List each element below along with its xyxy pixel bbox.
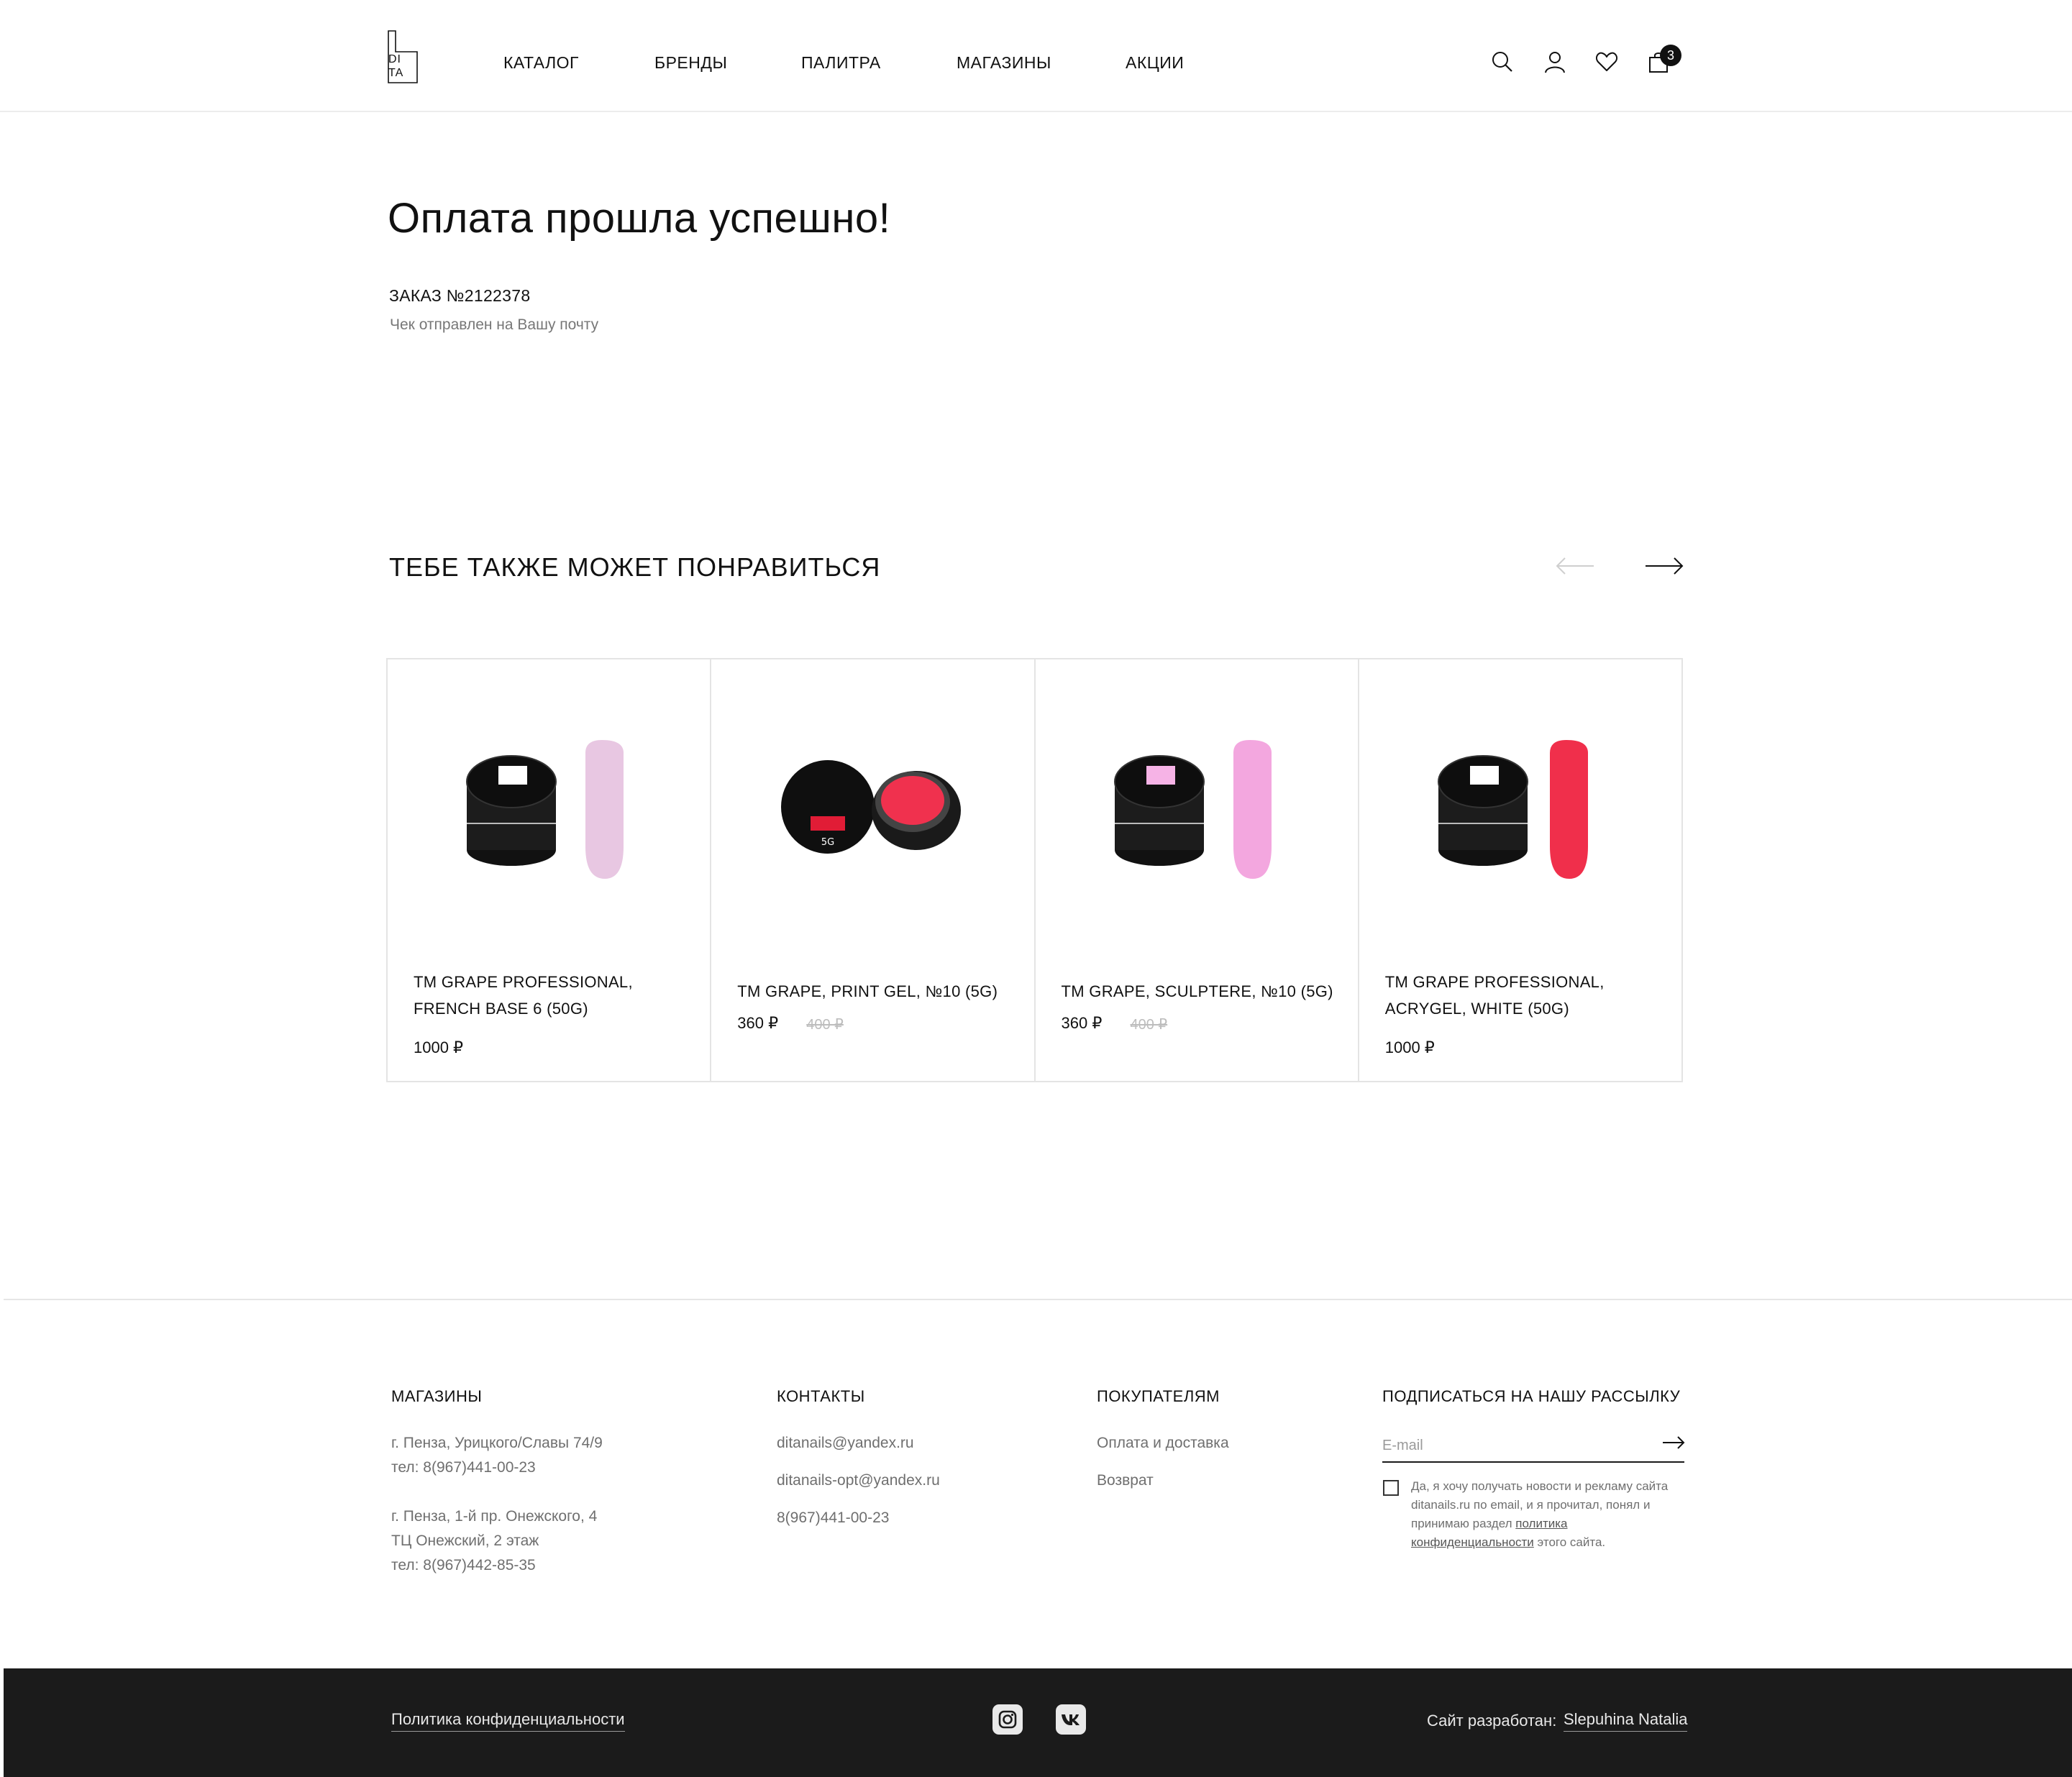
store-1-phone: тел: 8(967)441-00-23	[391, 1459, 536, 1476]
nav-palette[interactable]: ПАЛИТРА	[801, 53, 881, 73]
store-2-mall: ТЦ Онежский, 2 этаж	[391, 1532, 539, 1549]
logo-text-bottom: TA	[388, 67, 404, 79]
privacy-policy-link[interactable]: Политика конфиденциальности	[391, 1710, 625, 1732]
heart-icon[interactable]	[1595, 50, 1618, 73]
order-note: Чек отправлен на Вашу почту	[390, 316, 599, 333]
product-image	[1093, 731, 1302, 882]
product-price: 360 ₽	[1061, 1014, 1103, 1032]
footer-divider	[4, 1299, 2072, 1300]
store-1-address: г. Пенза, Урицкого/Славы 74/9	[391, 1435, 603, 1451]
product-image: 5G	[769, 731, 977, 882]
contact-email-1[interactable]: ditanails@yandex.ru	[777, 1431, 914, 1456]
user-icon[interactable]	[1543, 50, 1566, 73]
product-card[interactable]: TM GRAPE PROFESSIONAL, ACRYGEL, WHITE (5…	[1359, 659, 1681, 1081]
footer-contacts-title: КОНТАКТЫ	[777, 1387, 865, 1405]
product-price: 360 ₽	[737, 1014, 779, 1032]
nav-brands[interactable]: БРЕНДЫ	[654, 53, 727, 73]
developed-by-label: Сайт разработан:	[1427, 1712, 1557, 1730]
product-image	[1417, 731, 1625, 882]
submit-arrow-icon[interactable]	[1661, 1433, 1686, 1453]
product-name: TM GRAPE PROFESSIONAL, FRENCH BASE 6 (50…	[414, 973, 633, 1018]
product-old-price: 400 ₽	[806, 1017, 844, 1033]
product-image	[445, 731, 654, 882]
cart-count-badge: 3	[1660, 45, 1681, 66]
product-card[interactable]: TM GRAPE, SCULPTERE, №10 (5G) 360 ₽ 400 …	[1036, 659, 1359, 1081]
search-icon[interactable]	[1491, 50, 1514, 73]
newsletter-email-input[interactable]	[1382, 1430, 1684, 1463]
order-number: ЗАКАЗ №2122378	[389, 286, 531, 305]
link-returns[interactable]: Возврат	[1097, 1468, 1154, 1493]
contact-email-2[interactable]: ditanails-opt@yandex.ru	[777, 1468, 940, 1493]
nav-stores[interactable]: МАГАЗИНЫ	[957, 53, 1051, 73]
store-2-address: г. Пенза, 1-й пр. Онежского, 4	[391, 1508, 598, 1525]
arrow-left-icon[interactable]	[1555, 554, 1595, 578]
product-carousel: TM GRAPE PROFESSIONAL, FRENCH BASE 6 (50…	[386, 658, 1683, 1082]
instagram-icon[interactable]	[992, 1704, 1023, 1735]
page-title: Оплата прошла успешно!	[388, 195, 891, 242]
logo[interactable]: DI TA	[388, 30, 418, 83]
product-name: TM GRAPE PROFESSIONAL, ACRYGEL, WHITE (5…	[1384, 973, 1605, 1018]
recommendations-title: ТЕБЕ ТАКЖЕ МОЖЕТ ПОНРАВИТЬСЯ	[389, 552, 881, 582]
footer-stores-title: МАГАЗИНЫ	[391, 1387, 483, 1405]
svg-text:5G: 5G	[821, 837, 834, 848]
consent-tail: этого сайта.	[1537, 1535, 1606, 1549]
product-old-price: 400 ₽	[1130, 1017, 1168, 1033]
link-payment-delivery[interactable]: Оплата и доставка	[1097, 1431, 1229, 1456]
product-card[interactable]: TM GRAPE PROFESSIONAL, FRENCH BASE 6 (50…	[388, 659, 712, 1081]
logo-text-top: DI	[388, 53, 401, 65]
product-price: 1000 ₽	[1384, 1038, 1435, 1056]
consent-checkbox[interactable]	[1383, 1480, 1399, 1496]
product-price: 1000 ₽	[414, 1038, 464, 1056]
newsletter-title: ПОДПИСАТЬСЯ НА НАШУ РАССЫЛКУ	[1382, 1387, 1681, 1405]
nav-promotions[interactable]: АКЦИИ	[1126, 53, 1184, 73]
developer-link[interactable]: Slepuhina Natalia	[1564, 1710, 1688, 1732]
vk-icon[interactable]	[1056, 1704, 1086, 1735]
product-name: TM GRAPE, PRINT GEL, №10 (5G)	[737, 982, 998, 1000]
bottom-bar	[4, 1668, 2072, 1777]
nav-catalog[interactable]: КАТАЛОГ	[503, 53, 579, 73]
footer-customers-title: ПОКУПАТЕЛЯМ	[1097, 1387, 1220, 1405]
consent-text: Да, я хочу получать новости и рекламу са…	[1411, 1477, 1670, 1552]
arrow-right-icon[interactable]	[1644, 554, 1684, 578]
contact-phone[interactable]: 8(967)441-00-23	[777, 1506, 889, 1530]
store-2-phone: тел: 8(967)442-85-35	[391, 1557, 536, 1573]
product-name: TM GRAPE, SCULPTERE, №10 (5G)	[1061, 982, 1333, 1000]
product-card[interactable]: 5G TM GRAPE, PRINT GEL, №10 (5G) 360 ₽ 4…	[711, 659, 1036, 1081]
